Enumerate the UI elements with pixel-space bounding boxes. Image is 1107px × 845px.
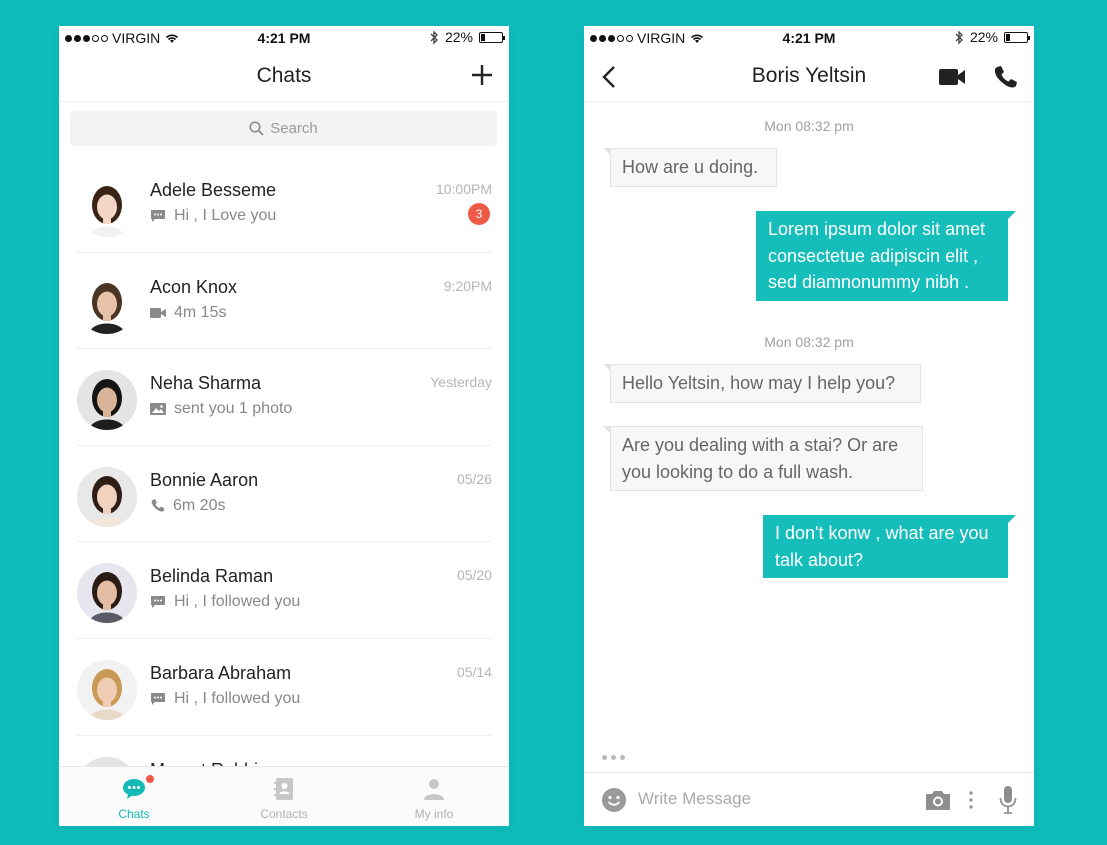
preview-text: Hi , I followed you: [174, 593, 301, 611]
more-options-button[interactable]: [968, 788, 974, 812]
message-preview: sent you 1 photo: [150, 400, 292, 418]
photo-icon: [150, 402, 166, 416]
message-input-bar: Write Message: [584, 772, 1034, 826]
status-bar: VIRGIN 4:21 PM 22%: [59, 26, 509, 50]
preview-text: 4m 15s: [174, 303, 227, 321]
status-bar: VIRGIN 4:21 PM 22%: [584, 26, 1034, 50]
chat-list-item[interactable]: Belinda Raman Hi , I followed you 05/20: [59, 542, 509, 639]
avatar: [77, 466, 137, 527]
battery-percent: 22%: [444, 29, 473, 45]
conversation-screen: VIRGIN 4:21 PM 22% Boris Yeltsin Mon 08:…: [584, 26, 1034, 826]
person-icon: [424, 779, 444, 800]
date-separator: Mon 08:32 pm: [764, 334, 854, 350]
message-icon: [150, 692, 166, 706]
chat-bubble-icon: [123, 779, 145, 799]
phone-icon: [150, 498, 165, 513]
bluetooth-icon: [955, 29, 963, 45]
page-title: Chats: [256, 64, 312, 87]
message-preview: Hi , I followed you: [150, 690, 300, 708]
timestamp: 9:20PM: [443, 277, 492, 294]
timestamp: 05/20: [456, 567, 492, 584]
avatar: [77, 177, 137, 237]
emoji-button[interactable]: [601, 787, 627, 813]
message-preview: Hi , I followed you: [150, 593, 300, 611]
outgoing-message: I don't konw , what are you talk about?: [763, 515, 1016, 578]
chat-list-item[interactable]: Acon Knox 4m 15s 9:20PM: [59, 253, 509, 350]
timestamp: Yesterday: [430, 374, 492, 391]
incoming-message: Hello Yeltsin, how may I help you?: [603, 364, 921, 403]
timestamp: 05/14: [456, 663, 492, 680]
contact-name: Bonnie Aaron: [150, 469, 259, 490]
message-icon: [150, 595, 166, 609]
contacts-book-icon: [274, 778, 293, 800]
outgoing-message: Lorem ipsum dolor sit amet consectetue a…: [756, 211, 1016, 301]
voice-call-button[interactable]: [992, 64, 1018, 90]
video-call-button[interactable]: [938, 66, 966, 88]
chat-list-item[interactable]: Adele Besseme Hi , I Love you 10:00PM 3: [59, 156, 509, 253]
timestamp: 05/26: [456, 470, 492, 487]
tab-label: Contacts: [260, 807, 308, 821]
video-icon: [150, 307, 166, 319]
unread-badge: 3: [468, 203, 490, 225]
message-preview: 6m 20s: [150, 497, 225, 515]
timestamp: 10:00PM: [435, 181, 492, 197]
message-preview: 4m 15s: [150, 304, 226, 322]
contact-name: Belinda Raman: [150, 566, 274, 587]
date-separator: Mon 08:32 pm: [764, 118, 854, 134]
message-input[interactable]: Write Message: [638, 789, 751, 809]
tab-chats[interactable]: Chats: [59, 767, 209, 826]
battery-icon: [1004, 31, 1030, 43]
camera-button[interactable]: [924, 788, 952, 812]
avatar: [77, 659, 137, 720]
preview-text: Hi , I followed you: [174, 689, 301, 707]
avatar: [77, 756, 137, 766]
preview-text: sent you 1 photo: [174, 400, 293, 418]
chats-screen: VIRGIN 4:21 PM 22% Chats Search Adele Be…: [59, 26, 509, 826]
chat-list-item[interactable]: Bonnie Aaron 6m 20s 05/26: [59, 446, 509, 543]
chat-list: Adele Besseme Hi , I Love you 10:00PM 3 Acon…: [59, 156, 509, 766]
tab-bar: Chats Contacts My info: [59, 766, 509, 826]
tab-contacts[interactable]: Contacts: [209, 767, 359, 826]
chat-list-item[interactable]: Neha Sharma sent you 1 photo Yesterday: [59, 349, 509, 446]
search-icon: [249, 121, 264, 136]
navigation-bar: Boris Yeltsin: [584, 50, 1034, 102]
notification-dot: [146, 775, 154, 783]
chat-list-item[interactable]: Barbara Abraham Hi , I followed you 05/14: [59, 639, 509, 736]
message-icon: [150, 209, 166, 223]
incoming-message: Are you dealing with a stai? Or are you …: [603, 426, 923, 491]
avatar: [77, 563, 137, 624]
navigation-bar: Chats: [59, 50, 509, 102]
incoming-message: How are u doing.: [603, 148, 777, 187]
tab-my-info[interactable]: My info: [359, 767, 509, 826]
bluetooth-icon: [430, 29, 438, 45]
contact-name: Boris Yeltsin: [751, 64, 867, 87]
message-preview: Hi , I Love you: [150, 207, 276, 225]
avatar: [77, 273, 137, 334]
battery-percent: 22%: [969, 29, 998, 45]
add-chat-button[interactable]: [469, 62, 495, 88]
battery-icon: [479, 31, 505, 43]
avatar: [77, 370, 137, 431]
preview-text: Hi , I Love you: [174, 207, 277, 224]
typing-indicator: [602, 755, 625, 760]
contact-name: Neha Sharma: [150, 373, 262, 394]
tab-label: My info: [414, 807, 454, 821]
contact-name: Acon Knox: [150, 276, 238, 297]
search-placeholder: Search: [270, 120, 318, 137]
contact-name: Adele Besseme: [150, 180, 277, 200]
contact-name: Barbara Abraham: [150, 662, 292, 683]
preview-text: 6m 20s: [173, 496, 226, 514]
chat-list-item[interactable]: Margot Robbie: [59, 736, 509, 766]
tab-label: Chats: [118, 807, 150, 821]
microphone-button[interactable]: [998, 785, 1018, 815]
search-bar[interactable]: Search: [70, 111, 497, 146]
